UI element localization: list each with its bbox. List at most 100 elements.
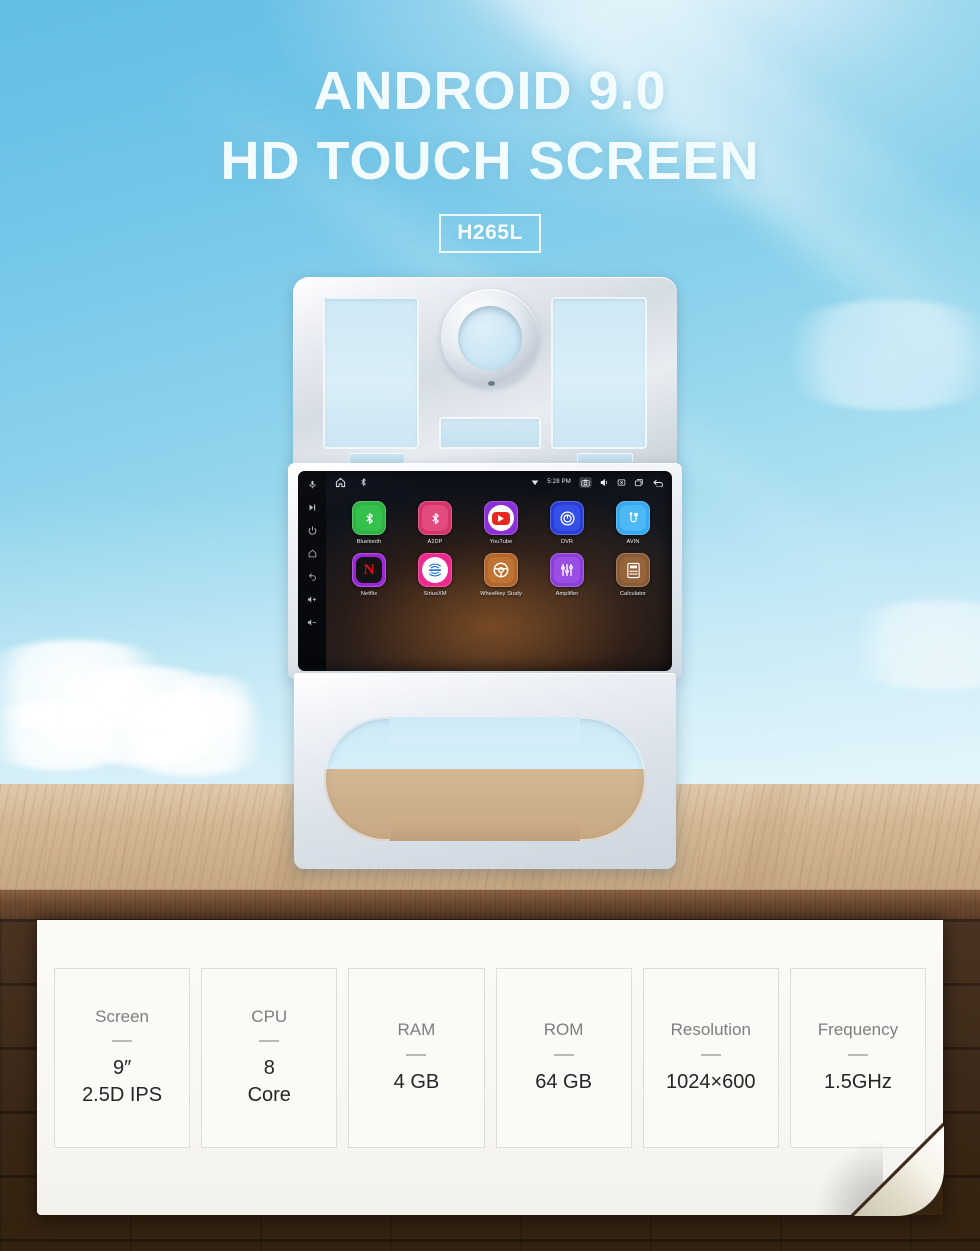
- app-siriusxm[interactable]: SiriusXM: [406, 553, 464, 597]
- spec-value: 9″ 2.5D IPS: [82, 1057, 163, 1107]
- spec-divider: [553, 1053, 574, 1056]
- app-label: Bluetooth: [356, 539, 382, 545]
- spec-value: 1.5GHz: [824, 1070, 892, 1093]
- side-button-strip: [298, 471, 326, 671]
- spec-value: 4 GB: [393, 1070, 440, 1093]
- back-button[interactable]: [304, 570, 320, 583]
- volume-up-button[interactable]: [304, 593, 320, 606]
- app-tile[interactable]: [550, 553, 584, 587]
- next-button[interactable]: [304, 501, 320, 514]
- headline-line-1: ANDROID 9.0: [313, 61, 667, 121]
- app-label: Netflix: [360, 591, 378, 597]
- app-youtube[interactable]: YouTube: [472, 501, 530, 545]
- spec-card: Screen 9″ 2.5D IPS CPU 8 Core RAM 4 GB R…: [37, 920, 944, 1216]
- spec-item-screen: Screen 9″ 2.5D IPS: [54, 968, 191, 1148]
- app-label: DVR: [560, 539, 574, 545]
- app-tile[interactable]: [484, 501, 518, 535]
- app-a2dp[interactable]: A2DP: [406, 501, 464, 545]
- home-button[interactable]: [304, 547, 320, 560]
- signal-icon: [531, 479, 539, 486]
- volume-icon[interactable]: [600, 478, 609, 487]
- app-label: Wheelkey Study: [480, 591, 522, 597]
- air-vent-left: [323, 297, 419, 449]
- app-label: SiriusXM: [423, 591, 447, 597]
- spec-item-frequency: Frequency 1.5GHz: [789, 968, 927, 1148]
- spec-value: 64 GB: [535, 1070, 592, 1093]
- bluetooth-icon: [422, 505, 448, 531]
- dash-bezel-bottom: [294, 673, 676, 869]
- lower-cutout-notch-bottom: [390, 817, 580, 841]
- cloud: [760, 300, 980, 410]
- app-calculator[interactable]: Calculator: [604, 553, 662, 597]
- mic-button[interactable]: [304, 478, 320, 491]
- spec-divider: [700, 1053, 721, 1056]
- spec-grid: Screen 9″ 2.5D IPS CPU 8 Core RAM 4 GB R…: [54, 968, 927, 1148]
- app-label: Calculator: [619, 591, 647, 597]
- bluetooth-icon: [356, 505, 382, 531]
- home-icon[interactable]: [335, 477, 346, 488]
- spec-label: CPU: [251, 1006, 288, 1026]
- app-tile[interactable]: [484, 553, 518, 587]
- bluetooth-icon[interactable]: [359, 477, 368, 487]
- spec-label: Resolution: [670, 1020, 751, 1040]
- headline-line-2: HD TOUCH SCREEN: [220, 131, 760, 192]
- spec-item-resolution: Resolution 1024×600: [642, 968, 779, 1148]
- table-edge: [0, 889, 980, 919]
- dvr-icon: [554, 505, 580, 531]
- status-bar-right: 5:28 PM: [531, 476, 665, 488]
- app-tile[interactable]: [418, 501, 452, 535]
- app-tile[interactable]: [418, 553, 452, 587]
- spec-divider: [406, 1053, 427, 1056]
- app-tile[interactable]: [616, 501, 650, 535]
- codec-badge: H265L: [439, 214, 541, 253]
- steering-wheel-icon: [488, 557, 514, 583]
- app-tile[interactable]: [616, 553, 650, 587]
- recents-icon[interactable]: [634, 478, 644, 487]
- app-grid: Bluetooth A2DP YouTube DVR AVIN N Netfli…: [336, 501, 666, 597]
- app-avin[interactable]: AVIN: [604, 501, 662, 545]
- spec-item-rom: ROM 64 GB: [495, 968, 632, 1148]
- status-bar-time: 5:28 PM: [547, 479, 571, 485]
- center-knob-ring: [441, 289, 539, 387]
- app-netflix[interactable]: N Netflix: [340, 553, 398, 597]
- camera-icon[interactable]: [579, 476, 592, 488]
- status-bar: 5:28 PM: [326, 471, 672, 493]
- codec-badge-wrap: H265L: [0, 214, 980, 253]
- spec-divider: [112, 1040, 133, 1043]
- spec-value: 1024×600: [666, 1070, 756, 1093]
- volume-down-button[interactable]: [304, 616, 320, 629]
- spec-label: Screen: [95, 1006, 150, 1026]
- app-wheelkey-study[interactable]: Wheelkey Study: [472, 553, 530, 597]
- spec-label: RAM: [397, 1020, 436, 1040]
- close-box-icon[interactable]: [617, 478, 626, 487]
- app-label: AVIN: [626, 539, 640, 545]
- dash-bezel-top: [293, 277, 677, 469]
- app-amplifier[interactable]: Amplifier: [538, 553, 596, 597]
- back-arrow-icon[interactable]: [652, 478, 665, 487]
- app-label: A2DP: [427, 539, 443, 545]
- spec-value: 8 Core: [247, 1057, 291, 1107]
- spec-divider: [259, 1040, 280, 1043]
- power-button[interactable]: [304, 524, 320, 537]
- screen-bezel: 5:28 PM Bluetooth A2DP YouTube DVR AVIN …: [288, 463, 682, 679]
- spec-item-ram: RAM 4 GB: [348, 968, 485, 1148]
- app-bluetooth[interactable]: Bluetooth: [340, 501, 398, 545]
- center-knob-hole: [458, 306, 522, 370]
- siriusxm-icon: [422, 557, 448, 583]
- touch-screen[interactable]: 5:28 PM Bluetooth A2DP YouTube DVR AVIN …: [298, 471, 672, 671]
- spec-label: Frequency: [817, 1020, 899, 1040]
- app-tile[interactable]: N: [352, 553, 386, 587]
- app-tile[interactable]: [550, 501, 584, 535]
- car-stereo-unit: 5:28 PM Bluetooth A2DP YouTube DVR AVIN …: [288, 277, 682, 877]
- page-title: ANDROID 9.0 HD TOUCH SCREEN: [0, 56, 980, 196]
- calculator-icon: [620, 557, 646, 583]
- spec-item-cpu: CPU 8 Core: [201, 968, 338, 1148]
- lower-cutout-notch-top: [390, 717, 580, 741]
- app-dvr[interactable]: DVR: [538, 501, 596, 545]
- air-vent-right: [551, 297, 647, 449]
- status-bar-left: [335, 477, 368, 488]
- knob-indicator-dot: [488, 381, 495, 386]
- app-label: Amplifier: [555, 591, 579, 597]
- app-tile[interactable]: [352, 501, 386, 535]
- app-label: YouTube: [489, 539, 513, 545]
